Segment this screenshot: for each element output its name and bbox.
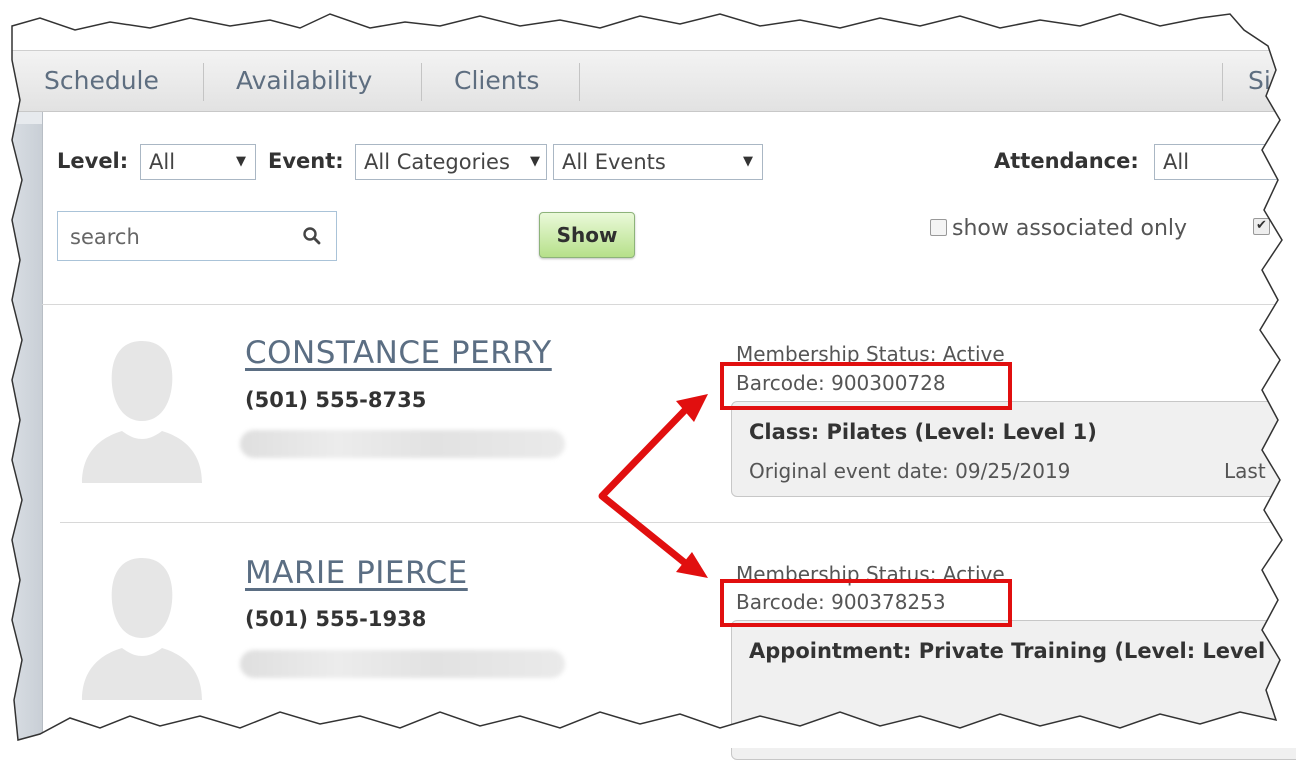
divider (42, 304, 1296, 305)
events-select[interactable]: All Events ▼ (553, 144, 763, 180)
chevron-down-icon: ▼ (743, 154, 753, 169)
client-name-link[interactable]: CONSTANCE PERRY (245, 335, 552, 371)
tab-availability[interactable]: Availability (236, 51, 372, 111)
event-card[interactable]: Class: Pilates (Level: Level 1) Original… (731, 401, 1296, 497)
event-label: Event: (268, 149, 344, 173)
top-nav-bar: Schedule Availability Clients Sig (12, 50, 1296, 112)
barcode-highlight-box (720, 579, 1012, 627)
avatar-placeholder-icon (82, 558, 202, 700)
nav-separator (1222, 63, 1223, 101)
category-select-value: All Categories (364, 150, 510, 174)
event-date: Original event date: 09/25/2019 (749, 459, 1071, 483)
nav-separator (203, 63, 204, 101)
client-email-blurred (240, 650, 565, 678)
client-phone: (501) 555-8735 (245, 388, 427, 412)
attendance-select-value: All (1163, 150, 1190, 174)
event-title: Appointment: Private Training (Level: Le… (749, 639, 1266, 663)
show-associated-checkbox[interactable] (930, 219, 947, 236)
show-associated-checkbox-row[interactable]: show associated only (930, 216, 1187, 241)
arrow-lines (598, 401, 694, 571)
checked-checkbox[interactable]: ✔ (1253, 218, 1270, 235)
event-card[interactable]: Appointment: Private Training (Level: Le… (731, 620, 1296, 760)
level-select[interactable]: All ▼ (140, 144, 256, 180)
avatar-placeholder-icon (82, 341, 202, 483)
event-title: Class: Pilates (Level: Level 1) (749, 420, 1097, 444)
sign-out-link[interactable]: Sig (1248, 51, 1287, 111)
attendance-select[interactable]: All (1154, 144, 1296, 180)
search-icon[interactable] (302, 226, 322, 246)
divider (60, 522, 1296, 523)
barcode-highlight-box (720, 362, 1012, 410)
client-name-link[interactable]: MARIE PIERCE (245, 555, 468, 591)
chevron-down-icon: ▼ (530, 154, 540, 169)
level-label: Level: (57, 149, 129, 173)
client-phone: (501) 555-1938 (245, 607, 427, 631)
search-input[interactable] (68, 220, 292, 254)
search-field[interactable] (57, 211, 337, 261)
left-sidebar-rail (12, 112, 43, 748)
event-last-label: Last (1224, 459, 1266, 483)
tab-schedule[interactable]: Schedule (44, 51, 159, 111)
chevron-down-icon: ▼ (236, 154, 246, 169)
show-associated-label: show associated only (952, 216, 1188, 241)
nav-separator (421, 63, 422, 101)
events-select-value: All Events (562, 150, 666, 174)
event-date: Original event date (749, 722, 943, 746)
client-email-blurred (240, 430, 565, 458)
level-select-value: All (149, 150, 176, 174)
category-select[interactable]: All Categories ▼ (355, 144, 547, 180)
arrow-head-down (676, 552, 708, 578)
show-button[interactable]: Show (539, 212, 635, 258)
attendance-label: Attendance: (994, 149, 1139, 173)
tab-clients[interactable]: Clients (454, 51, 539, 111)
nav-separator (579, 63, 580, 101)
arrow-head-up (676, 394, 708, 422)
